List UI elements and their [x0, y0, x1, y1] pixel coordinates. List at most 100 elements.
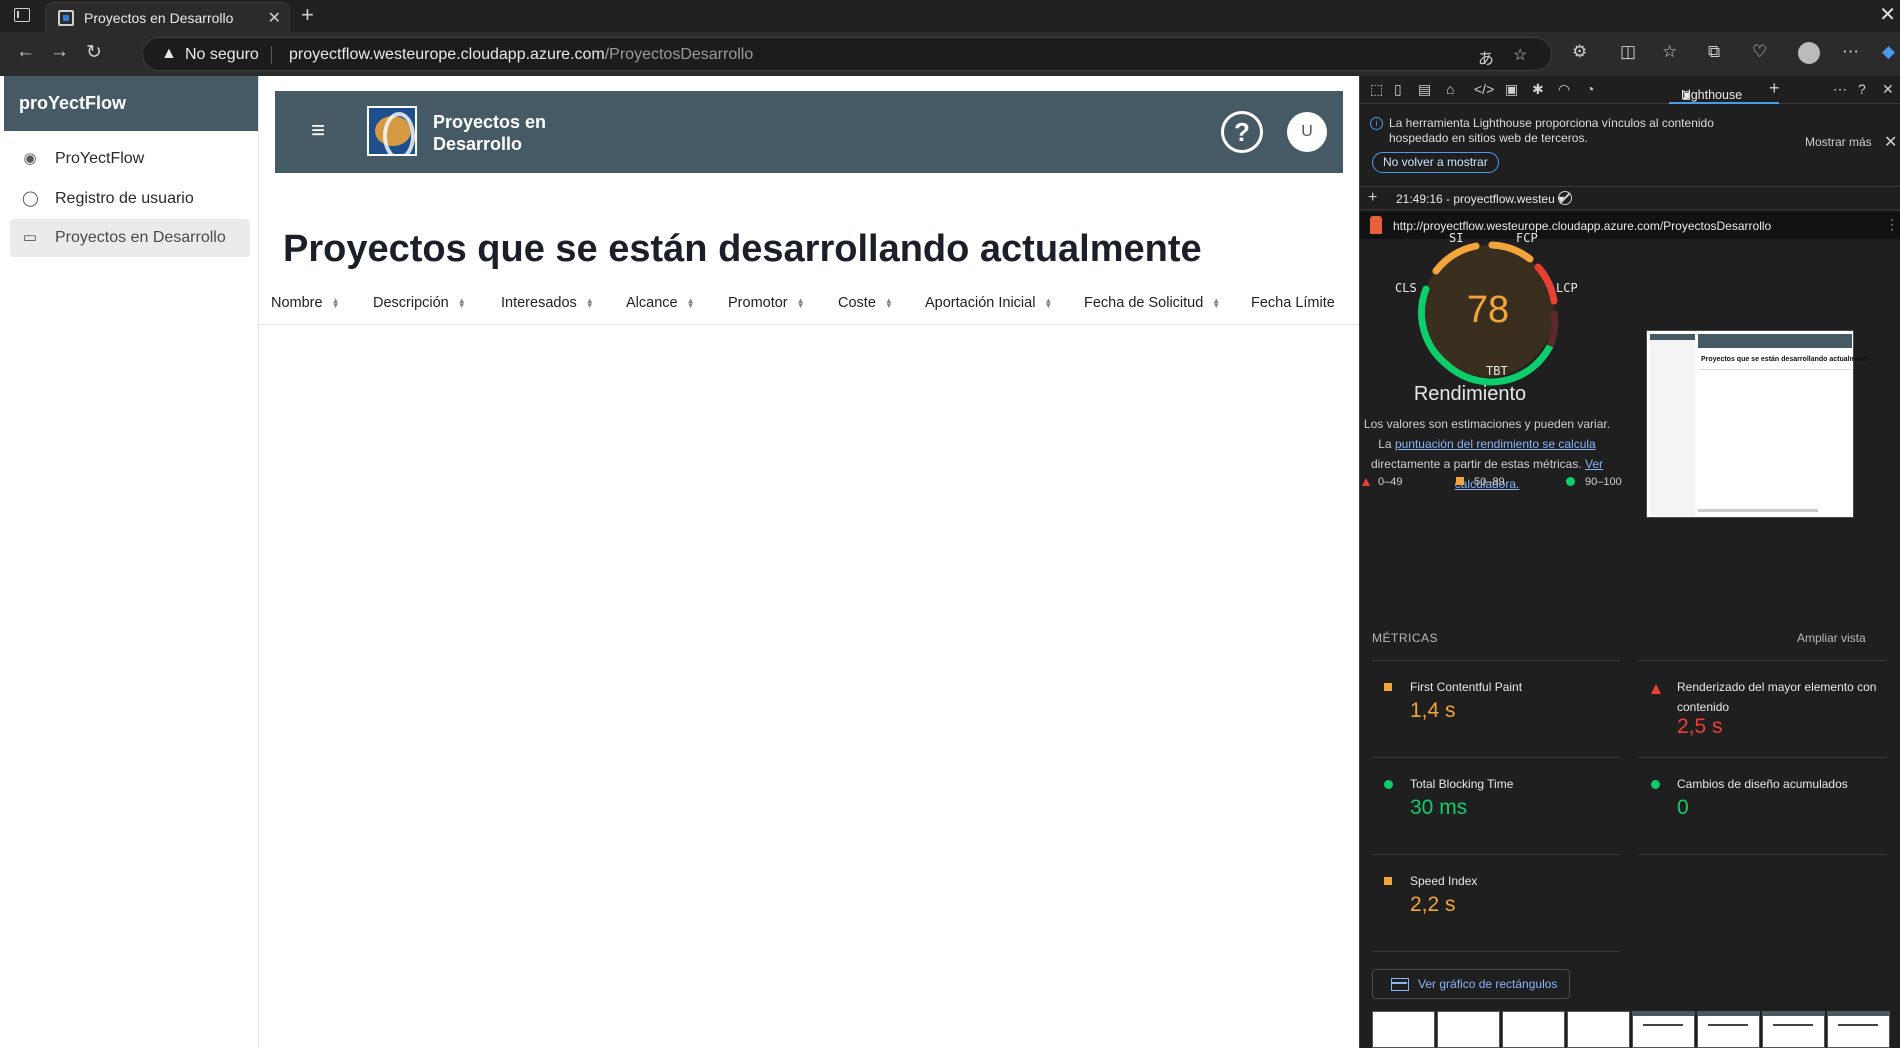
brand-title: proYectFlow [19, 93, 127, 113]
collections-icon[interactable]: ⧉ [1708, 42, 1720, 62]
metric-tbt: Total Blocking Time 30 ms [1372, 757, 1620, 837]
metric-value: 30 ms [1410, 796, 1468, 819]
column-header-promotor[interactable]: Promotor ▲ ▼ [728, 295, 805, 311]
extensions-icon[interactable]: ⚙ [1572, 42, 1587, 62]
performance-gauge-icon[interactable]: ◔ [1586, 81, 1594, 97]
more-options-icon[interactable]: ⋯ [1842, 42, 1859, 62]
inspect-icon[interactable]: ⬚ [1370, 81, 1383, 98]
main-content: ≡ Proyectos en Desarrollo ? U Proyectos … [259, 76, 1359, 1048]
tab-lighthouse[interactable]: ♜ Lighthouse [1669, 76, 1779, 104]
column-header-fecha-solicitud[interactable]: Fecha de Solicitud ▲ ▼ [1084, 295, 1220, 311]
user-avatar[interactable]: U [1287, 112, 1327, 152]
sort-icon: ▲ ▼ [457, 296, 466, 311]
more-tools-icon[interactable]: ⋯ [1833, 81, 1847, 98]
show-more-link[interactable]: Mostrar más [1805, 135, 1872, 149]
divider [271, 46, 272, 64]
sources-bug-icon[interactable]: ✱ [1532, 81, 1544, 98]
close-tab-icon[interactable]: ✕ [268, 8, 281, 28]
column-header-aportacion[interactable]: Aportación Inicial ▲ ▼ [925, 295, 1052, 311]
back-icon[interactable]: ← [16, 41, 35, 63]
info-icon: i [1370, 117, 1383, 130]
reload-icon[interactable]: ↻ [86, 41, 102, 64]
help-icon[interactable]: ? [1858, 81, 1866, 97]
sidenav-item-proyectos[interactable]: ▭ Proyectos en Desarrollo [10, 219, 250, 257]
tab-actions-icon[interactable] [14, 8, 30, 22]
thumb-scrollbar [1698, 509, 1818, 512]
sidenav-item-label: ProYectFlow [55, 150, 145, 167]
metric-fcp: First Contentful Paint 1,4 s [1372, 660, 1620, 740]
favorite-star-icon[interactable]: ☆ [1513, 45, 1527, 65]
pass-circle-icon [1384, 780, 1393, 789]
favorites-icon[interactable]: ☆ [1662, 42, 1677, 62]
average-square-icon [1456, 477, 1464, 485]
window-close-icon[interactable]: ✕ [1879, 2, 1896, 27]
close-devtools-icon[interactable]: ✕ [1882, 81, 1894, 98]
column-header-interesados[interactable]: Interesados ▲ ▼ [501, 295, 594, 311]
menu-icon[interactable]: ≡ [311, 117, 325, 145]
app-logo [367, 106, 417, 156]
filmstrip-frame [1567, 1011, 1630, 1048]
profile-avatar-icon[interactable] [1798, 42, 1820, 64]
console-icon[interactable]: ▣ [1505, 81, 1518, 98]
column-header-alcance[interactable]: Alcance ▲ ▼ [626, 295, 695, 311]
column-header-descripcion[interactable]: Descripción ▲ ▼ [373, 295, 466, 311]
sidenav-header: proYectFlow [4, 76, 258, 131]
security-label[interactable]: No seguro [185, 46, 259, 64]
metric-name: Total Blocking Time [1410, 777, 1514, 791]
forward-icon[interactable]: → [50, 41, 69, 63]
performance-icon[interactable]: ♡ [1752, 42, 1767, 62]
copilot-icon[interactable]: ◆ [1882, 42, 1895, 62]
metric-name: Renderizado del mayor elemento con conte… [1677, 680, 1877, 714]
sort-icon: ▲ ▼ [884, 296, 893, 311]
treemap-button[interactable]: Ver gráfico de rectángulos [1372, 969, 1570, 999]
metrics-header: MÉTRICAS [1372, 631, 1439, 645]
table-header: Nombre ▲ ▼ Descripción ▲ ▼ Interesados ▲ ▼ Alc… [259, 283, 1359, 325]
filmstrip-frame [1632, 1011, 1695, 1048]
elements-icon[interactable]: </> [1474, 81, 1494, 97]
dismiss-info-icon[interactable]: ✕ [1884, 132, 1897, 152]
thumb-toolbar [1698, 334, 1852, 348]
sort-icon: ▲ ▼ [796, 296, 805, 311]
metric-si: Speed Index 2,2 s [1372, 854, 1620, 934]
column-header-nombre[interactable]: Nombre ▲ ▼ [271, 295, 340, 311]
browser-tab[interactable]: Proyectos en Desarrollo ✕ [45, 2, 290, 32]
device-toolbar-icon[interactable]: ▯ [1394, 81, 1402, 98]
sidenav: proYectFlow ◉ ProYectFlow ◯ Registro de … [0, 76, 259, 1048]
url-text[interactable]: proyectflow.westeurope.cloudapp.azure.co… [289, 46, 753, 64]
treemap-icon [1391, 978, 1409, 991]
add-tab-icon[interactable]: + [1769, 78, 1780, 99]
filmstrip-frame [1827, 1011, 1890, 1048]
dont-show-again-button[interactable]: No volver a mostrar [1372, 152, 1499, 173]
metric-lcp: Renderizado del mayor elemento con conte… [1639, 660, 1887, 740]
sidenav-item-proyectflow[interactable]: ◉ ProYectFlow [10, 140, 250, 178]
legend-average: 50–89 [1456, 476, 1505, 488]
filmstrip-frame [1762, 1011, 1825, 1048]
new-report-icon[interactable]: + [1368, 189, 1377, 207]
network-wifi-icon[interactable]: ◠ [1558, 81, 1570, 98]
expand-view-toggle[interactable]: Ampliar vista [1797, 631, 1866, 645]
welcome-home-icon[interactable]: ⌂ [1446, 81, 1454, 97]
thumb-divider [1698, 369, 1852, 370]
sort-icon: ▲ ▼ [686, 296, 695, 311]
dock-icon[interactable]: ▤ [1418, 81, 1431, 98]
translate-icon[interactable]: あ [1478, 45, 1494, 69]
globe-icon: ◉ [23, 150, 37, 167]
new-tab-icon[interactable]: + [301, 2, 314, 28]
legend-fail: 0–49 [1362, 476, 1402, 488]
score-calculation-link[interactable]: puntuación del rendimiento se calcula [1395, 437, 1596, 451]
column-header-coste[interactable]: Coste ▲ ▼ [838, 295, 893, 311]
sort-icon: ▲ ▼ [1044, 296, 1053, 311]
sidenav-item-registro[interactable]: ◯ Registro de usuario [10, 180, 250, 218]
final-screenshot-thumbnail[interactable]: Proyectos que se están desarrollando act… [1646, 330, 1870, 518]
filmstrip-frame [1697, 1011, 1760, 1048]
warning-icon[interactable]: ▲ [161, 45, 177, 63]
report-selector[interactable]: 21:49:16 - proyectflow.westeu ▾ [1396, 192, 1564, 206]
split-screen-icon[interactable]: ◫ [1620, 42, 1636, 62]
address-bar[interactable]: ▲ No seguro proyectflow.westeurope.cloud… [142, 37, 1552, 71]
help-button[interactable]: ? [1221, 111, 1263, 153]
clear-reports-icon[interactable] [1558, 191, 1572, 205]
column-header-fecha-limite[interactable]: Fecha Límite [1251, 295, 1335, 311]
gauge-label-cls: CLS [1395, 281, 1417, 295]
treemap-button-label: Ver gráfico de rectángulos [1418, 977, 1558, 991]
browser-tab-bar: Proyectos en Desarrollo ✕ + ✕ [0, 0, 1900, 32]
